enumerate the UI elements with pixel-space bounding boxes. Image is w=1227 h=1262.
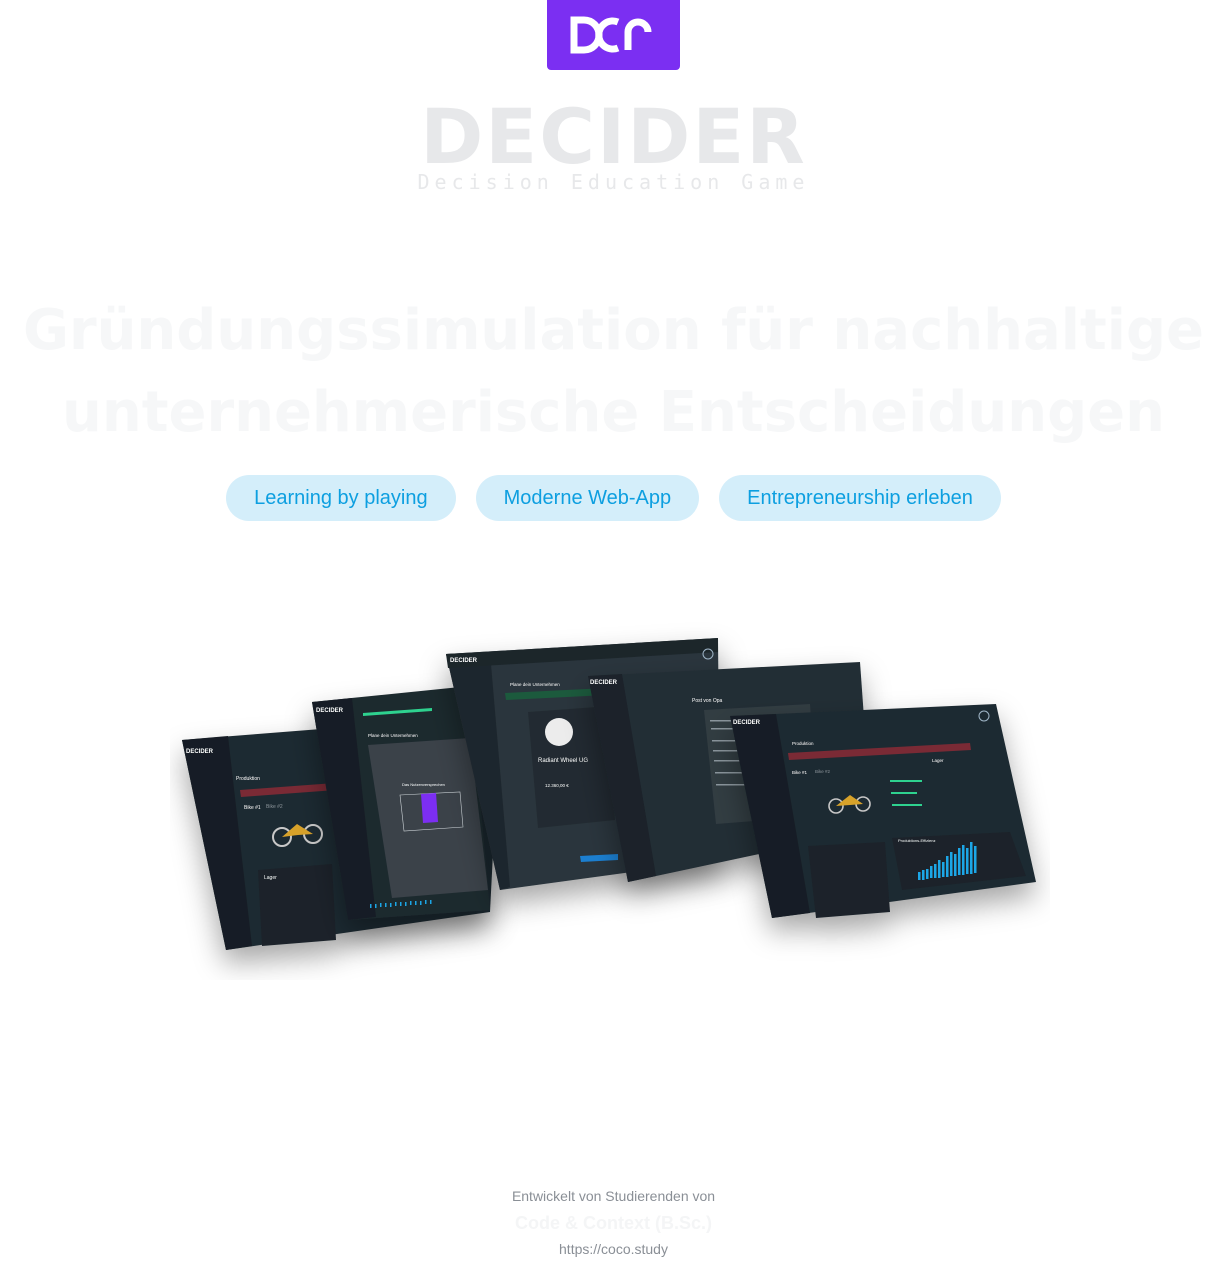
brand-tagline: Decision Education Game (417, 170, 810, 194)
footer-program: Code & Context (B.Sc.) (514, 1213, 712, 1233)
app-screenshots-collage: DECIDER Produktion Bike #1 Bike #2 Lager… (182, 638, 1036, 950)
footer-credit: Entwickelt von Studierenden von (511, 1188, 716, 1204)
screen5-tab-2: Bike #2 (815, 769, 831, 774)
screen3-company-logo-icon (545, 718, 573, 746)
brand-wordmark: DECIDER (420, 92, 807, 181)
screen1-tab-2: Bike #2 (266, 804, 283, 810)
screen4-brand: DECIDER (590, 680, 618, 686)
headline-line-2: unternehmerische Entscheidungen (61, 380, 1166, 445)
screen5-brand: DECIDER (733, 720, 761, 726)
screen5-section-1: Lager (932, 758, 944, 763)
screen1-tab-1: Bike #1 (244, 805, 261, 811)
screen3-amount: 12.360,00 € (545, 783, 569, 788)
screen3-company: Radiant Wheel UG (538, 758, 588, 764)
page-headline: Gründungssimulation für nachhaltige unte… (0, 290, 1227, 454)
pill-web-app[interactable]: Moderne Web-App (475, 475, 700, 521)
decider-logo (547, 0, 680, 70)
screen1-title: Produktion (236, 776, 260, 782)
screen3-title: Plane dein Unternehmen (510, 682, 560, 687)
screen5-section-2: Produktions-Effizienz (898, 838, 936, 843)
screen4-title: Post von Opa (692, 698, 723, 704)
dcr-logo-icon (570, 16, 651, 54)
screen2-section: Das Nutzenversprechen (402, 782, 445, 787)
screen2-brand: DECIDER (316, 708, 344, 714)
screen2-title: Plane dein Unternehmen (368, 733, 418, 738)
screen1-brand: DECIDER (186, 749, 214, 755)
screen5-title: Produktion (792, 741, 814, 746)
feature-pills: Learning by playing Moderne Web-App Entr… (0, 475, 1227, 521)
screen3-brand: DECIDER (450, 658, 478, 664)
screen1-section: Lager (264, 875, 277, 881)
footer-link[interactable]: https://coco.study (0, 1241, 1227, 1257)
pill-learning-by-playing[interactable]: Learning by playing (226, 475, 456, 521)
screen5-tab-1: Bike #1 (792, 770, 808, 775)
headline-line-1: Gründungssimulation für nachhaltige (22, 298, 1205, 363)
pill-entrepreneurship[interactable]: Entrepreneurship erleben (719, 475, 1001, 521)
screen-production-right: DECIDER Produktion Bike #1 Bike #2 Lager… (730, 704, 1036, 918)
